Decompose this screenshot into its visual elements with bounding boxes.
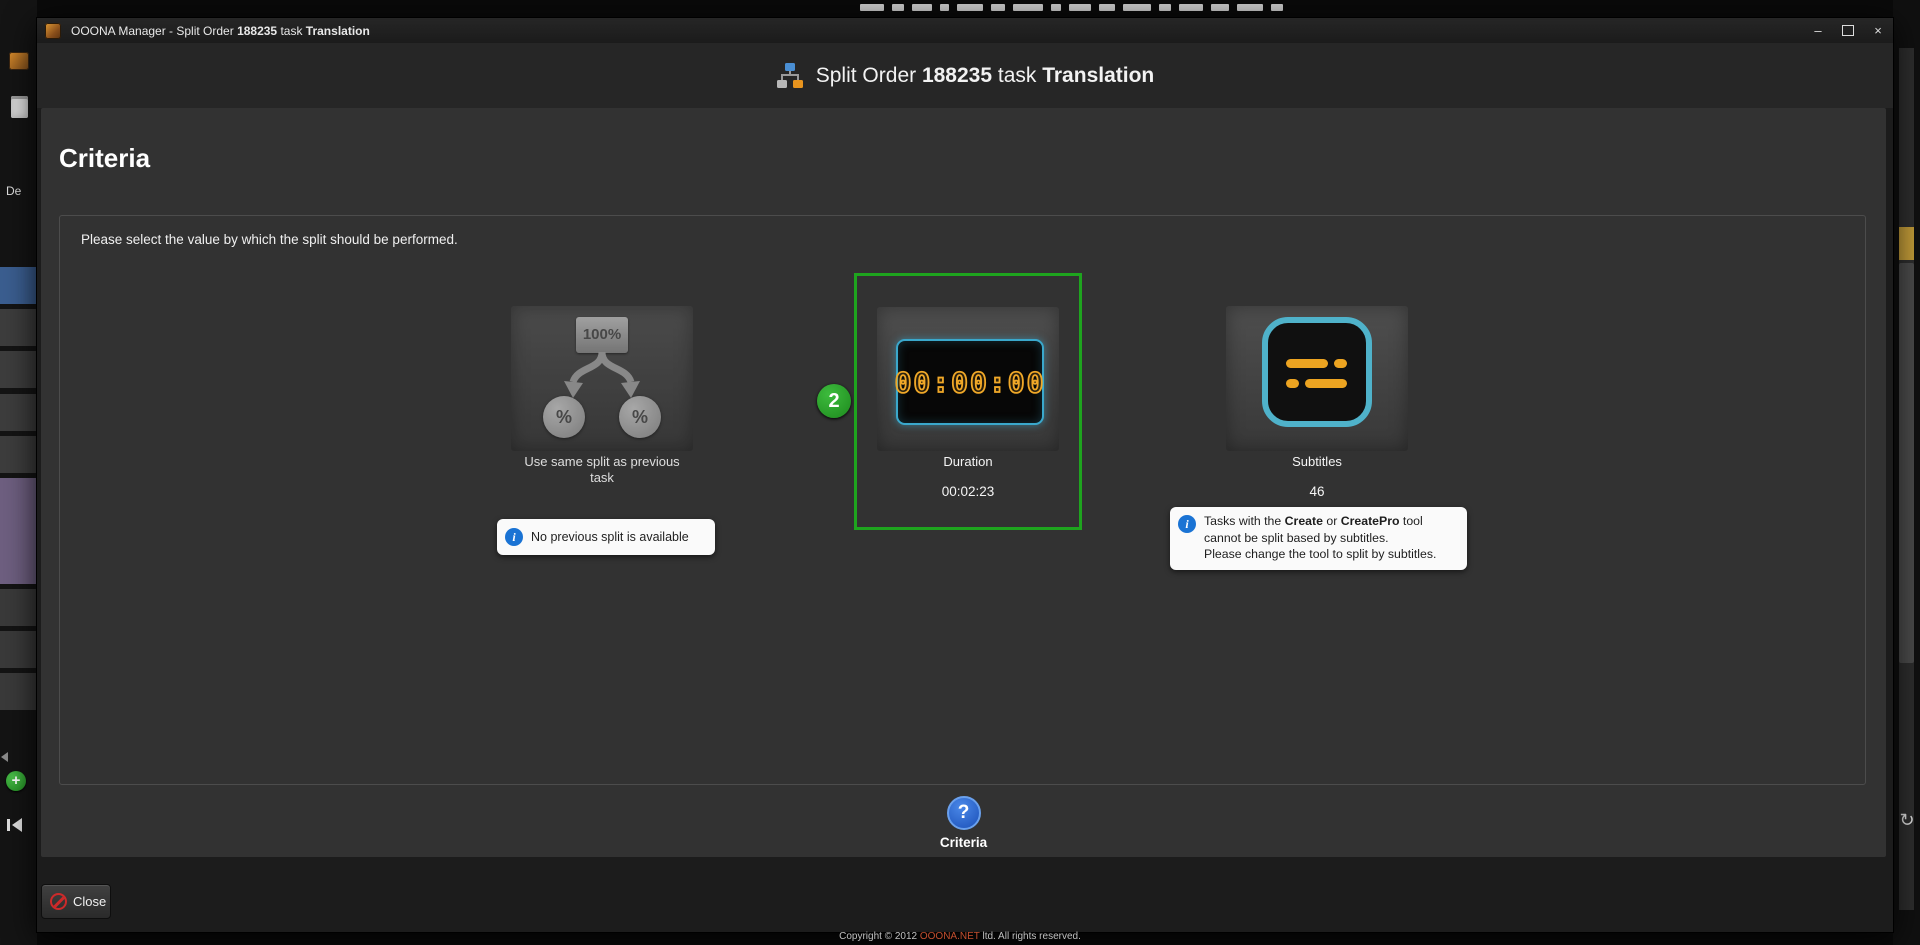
tooltip-text: Tasks with the Create or CreatePro tool …: [1204, 513, 1459, 563]
previous-split-graphic: 100% % %: [511, 306, 693, 451]
previous-split-tooltip: i No previous split is available: [497, 519, 715, 555]
dialog-title-prefix: Split Order: [816, 64, 922, 87]
percent-circle-left: %: [543, 396, 585, 438]
dialog-title-task: Translation: [1042, 64, 1154, 87]
skip-bar: [7, 819, 10, 831]
background-list-item[interactable]: [0, 673, 37, 710]
folder-icon: [9, 52, 29, 70]
window-controls: – ×: [1803, 18, 1893, 43]
minimize-icon: –: [1814, 23, 1821, 38]
copyright-prefix: Copyright © 2012: [839, 931, 920, 942]
window-title-mid: task: [277, 24, 306, 38]
refresh-icon[interactable]: ↻: [1896, 810, 1918, 831]
percent-circle-right: %: [619, 396, 661, 438]
tooltip-text: No previous split is available: [531, 530, 689, 544]
step-number-badge: 2: [817, 384, 851, 418]
selected-option-outline: 2 00:00:00 Duration 00:02:23: [854, 273, 1082, 530]
split-order-icon: [776, 62, 804, 90]
option-previous-split[interactable]: 100% % % Use same split as previous task: [511, 306, 693, 486]
collapse-left-icon[interactable]: [1, 752, 8, 762]
criteria-panel: Criteria Please select the value by whic…: [41, 108, 1886, 857]
background-right-scrollbar: ↻: [1893, 0, 1920, 945]
close-button[interactable]: Close: [41, 884, 111, 919]
option-duration[interactable]: 00:00:00 Duration 00:02:23: [857, 276, 1079, 499]
tooltip-line-1: Tasks with the Create or CreatePro tool: [1204, 513, 1459, 530]
option-value: 00:02:23: [857, 484, 1079, 499]
background-partial-label: De: [6, 184, 21, 198]
subtitle-dash: [1305, 379, 1347, 388]
dialog-header: Split Order 188235 task Translation: [37, 43, 1893, 108]
split-order-window: OOONA Manager - Split Order 188235 task …: [37, 18, 1893, 932]
tooltip-line-2: cannot be split based by subtitles.: [1204, 530, 1459, 547]
copyright-suffix: ltd. All rights reserved.: [980, 931, 1081, 942]
close-icon: ×: [1874, 23, 1882, 38]
subtitles-graphic: [1226, 306, 1408, 451]
subtitle-dash: [1334, 359, 1347, 368]
close-button-label: Close: [73, 894, 106, 909]
dialog-title-order: 188235: [922, 64, 992, 87]
question-glyph: ?: [958, 802, 970, 823]
background-list-item[interactable]: [0, 631, 37, 668]
window-title: OOONA Manager - Split Order 188235 task …: [71, 24, 370, 38]
info-icon: i: [505, 528, 523, 546]
tooltip-line-3: Please change the tool to split by subti…: [1204, 546, 1459, 563]
window-title-task: Translation: [306, 24, 370, 38]
window-footer: Close: [37, 857, 1893, 932]
background-list-item[interactable]: [0, 394, 37, 431]
criteria-heading: Criteria: [59, 143, 150, 174]
instruction-text: Please select the value by which the spl…: [81, 232, 458, 247]
skip-to-start-icon[interactable]: [7, 818, 25, 832]
background-left-sidebar: De +: [0, 0, 37, 945]
app-logo-icon: [45, 23, 61, 39]
clock-digits: 00:00:00: [895, 366, 1046, 399]
wizard-step: ? Criteria: [41, 796, 1886, 850]
dialog-title-mid: task: [992, 64, 1042, 87]
brand-name: OOONA.NET: [920, 931, 980, 942]
minimize-button[interactable]: –: [1803, 18, 1833, 43]
hundred-percent-box: 100%: [576, 317, 628, 353]
maximize-icon: [1842, 25, 1854, 36]
desktop: De + ↻ OOONA Manager - Split Order 18823…: [0, 0, 1920, 945]
option-label: Duration: [857, 454, 1079, 470]
background-list-item-selected[interactable]: [0, 267, 37, 304]
copyright: Copyright © 2012 OOONA.NET ltd. All righ…: [0, 931, 1920, 942]
skip-triangle: [12, 818, 22, 832]
subtitles-tooltip: i Tasks with the Create or CreatePro too…: [1170, 507, 1467, 570]
option-subtitles[interactable]: Subtitles 46: [1226, 306, 1408, 499]
subtitle-dash: [1286, 379, 1299, 388]
background-list-item[interactable]: [0, 309, 37, 346]
dialog-title: Split Order 188235 task Translation: [816, 64, 1155, 88]
subtitle-dash: [1286, 359, 1328, 368]
background-list-item-highlight[interactable]: [0, 478, 37, 584]
plus-icon: +: [12, 772, 21, 789]
digital-clock-icon: 00:00:00: [896, 339, 1044, 425]
option-label: Use same split as previous task: [511, 454, 693, 486]
wizard-step-label: Criteria: [41, 835, 1886, 850]
background-list-item[interactable]: [0, 436, 37, 473]
window-title-order: 188235: [237, 24, 277, 38]
cancel-icon: [50, 893, 67, 910]
question-icon[interactable]: ?: [947, 796, 981, 830]
clipboard-icon: [11, 96, 28, 118]
subtitles-icon: [1262, 317, 1372, 427]
option-value: 46: [1226, 484, 1408, 499]
scrollbar-marker: [1899, 227, 1914, 260]
titlebar[interactable]: OOONA Manager - Split Order 188235 task …: [37, 18, 1893, 43]
option-label: Subtitles: [1226, 454, 1408, 470]
scrollbar-thumb[interactable]: [1899, 263, 1914, 663]
background-list-item[interactable]: [0, 589, 37, 626]
criteria-groupbox: Please select the value by which the spl…: [59, 215, 1866, 785]
background-clipped-text: [860, 2, 1320, 12]
close-window-button[interactable]: ×: [1863, 18, 1893, 43]
window-title-prefix: OOONA Manager - Split Order: [71, 24, 237, 38]
background-list-item[interactable]: [0, 351, 37, 388]
add-button[interactable]: +: [6, 771, 26, 791]
info-icon: i: [1178, 515, 1196, 533]
maximize-button[interactable]: [1833, 18, 1863, 43]
duration-graphic: 00:00:00: [877, 307, 1059, 451]
